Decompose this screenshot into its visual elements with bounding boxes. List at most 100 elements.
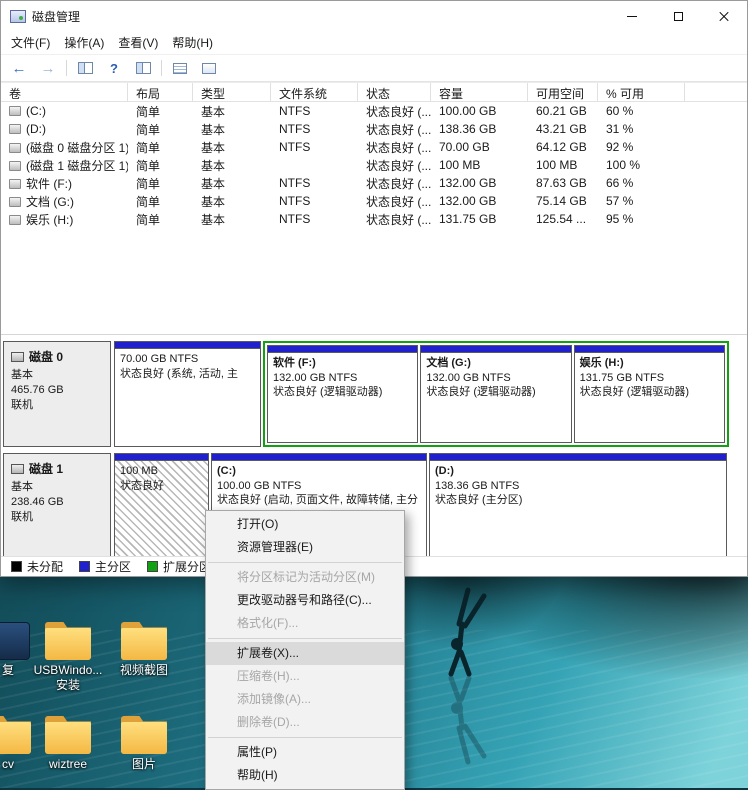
cell-capacity: 100 MB	[431, 158, 528, 172]
partition-H[interactable]: 娱乐 (H:)131.75 GB NTFS状态良好 (逻辑驱动器)	[574, 345, 725, 443]
partition[interactable]: 100 MB状态良好	[114, 453, 209, 556]
volume-table-body: (C:)简单基本NTFS状态良好 (...100.00 GB60.21 GB60…	[1, 102, 747, 228]
partition-info: 软件 (F:)132.00 GB NTFS状态良好 (逻辑驱动器)	[268, 353, 417, 442]
menu-bar: 文件(F)操作(A)查看(V)帮助(H)	[1, 31, 747, 54]
partition-color-band	[212, 454, 426, 461]
cell-type: 基本	[193, 139, 271, 156]
partition-info: 100 MB状态良好	[115, 461, 208, 556]
window-controls	[609, 1, 747, 31]
column-header[interactable]: 文件系统	[271, 83, 358, 101]
extended-partition-container: 软件 (F:)132.00 GB NTFS状态良好 (逻辑驱动器)文档 (G:)…	[263, 341, 729, 447]
partition-status: 状态良好 (逻辑驱动器)	[426, 385, 565, 400]
volume-row[interactable]: (磁盘 0 磁盘分区 1)简单基本NTFS状态良好 (...70.00 GB64…	[1, 138, 747, 156]
cell-status: 状态良好 (...	[358, 193, 431, 210]
column-header[interactable]: 可用空间	[528, 83, 598, 101]
context-menu-item[interactable]: 资源管理器(E)	[206, 536, 404, 559]
volume-name: (D:)	[26, 122, 46, 136]
menu-item[interactable]: 文件(F)	[4, 31, 57, 54]
partition-status: 状态良好 (逻辑驱动器)	[273, 385, 412, 400]
title-bar[interactable]: 磁盘管理	[1, 1, 747, 31]
volume-row[interactable]: 文档 (G:)简单基本NTFS状态良好 (...132.00 GB75.14 G…	[1, 192, 747, 210]
cell-layout: 简单	[128, 103, 193, 120]
graph-view-icon[interactable]	[198, 57, 220, 79]
context-menu-item[interactable]: 属性(P)	[206, 741, 404, 764]
volume-row[interactable]: (C:)简单基本NTFS状态良好 (...100.00 GB60.21 GB60…	[1, 102, 747, 120]
column-header[interactable]: 容量	[431, 83, 528, 101]
partition-color-band	[430, 454, 726, 461]
partition-status: 状态良好 (主分区)	[435, 493, 721, 508]
disk-list-glyph	[173, 63, 187, 74]
toolbar: ← →?	[1, 54, 747, 82]
disk-status: 联机	[11, 398, 103, 413]
desktop-icon-视频截图[interactable]: 视频截图	[106, 622, 182, 678]
cell-volume: 娱乐 (H:)	[1, 211, 128, 228]
partition[interactable]: 70.00 GB NTFS状态良好 (系统, 活动, 主	[114, 341, 261, 447]
context-menu-item[interactable]: 打开(O)	[206, 513, 404, 536]
console-tree-icon[interactable]	[74, 57, 96, 79]
menu-item[interactable]: 查看(V)	[111, 31, 165, 54]
cell-fs: NTFS	[271, 104, 358, 118]
desktop-icon-图片[interactable]: 图片	[106, 716, 182, 772]
column-header[interactable]: 布局	[128, 83, 193, 101]
cell-volume: (D:)	[1, 122, 128, 136]
cell-capacity: 132.00 GB	[431, 194, 528, 208]
partition-G[interactable]: 文档 (G:)132.00 GB NTFS状态良好 (逻辑驱动器)	[420, 345, 571, 443]
cell-type: 基本	[193, 193, 271, 210]
cell-layout: 简单	[128, 193, 193, 210]
cell-free: 64.12 GB	[528, 140, 598, 154]
cell-type: 基本	[193, 211, 271, 228]
partition-label: 文档 (G:)	[426, 356, 565, 371]
cell-pct: 92 %	[598, 140, 685, 154]
partition-status: 状态良好	[120, 479, 203, 494]
context-menu-item: 删除卷(D)...	[206, 711, 404, 734]
volume-row[interactable]: 娱乐 (H:)简单基本NTFS状态良好 (...131.75 GB125.54 …	[1, 210, 747, 228]
cell-capacity: 100.00 GB	[431, 104, 528, 118]
volume-name: (C:)	[26, 104, 46, 118]
volume-name: 软件 (F:)	[26, 177, 72, 191]
folder-icon	[121, 716, 167, 754]
partition-label: (C:)	[217, 464, 421, 479]
desktop-icon-label-2: 安装	[30, 678, 106, 693]
partition-D[interactable]: (D:)138.36 GB NTFS状态良好 (主分区)	[429, 453, 727, 556]
volume-icon	[9, 161, 21, 171]
column-header[interactable]: 类型	[193, 83, 271, 101]
context-menu-item[interactable]: 帮助(H)	[206, 764, 404, 787]
column-header[interactable]: 卷	[1, 83, 128, 101]
disk-label-panel[interactable]: 磁盘 0基本465.76 GB联机	[3, 341, 111, 447]
partition-label: (D:)	[435, 464, 721, 479]
volume-icon	[9, 143, 21, 153]
help-icon[interactable]: ?	[103, 57, 125, 79]
action-pane-icon[interactable]	[132, 57, 154, 79]
cell-status: 状态良好 (...	[358, 157, 431, 174]
cell-status: 状态良好 (...	[358, 103, 431, 120]
volume-icon	[9, 179, 21, 189]
cell-free: 100 MB	[528, 158, 598, 172]
menu-item[interactable]: 帮助(H)	[165, 31, 220, 54]
column-header[interactable]: % 可用	[598, 83, 685, 101]
close-button[interactable]	[701, 1, 747, 31]
context-menu-item[interactable]: 扩展卷(X)...	[206, 642, 404, 665]
partition-F[interactable]: 软件 (F:)132.00 GB NTFS状态良好 (逻辑驱动器)	[267, 345, 418, 443]
partition-color-band	[575, 346, 724, 353]
back-icon[interactable]: ←	[8, 57, 30, 79]
volume-name: 文档 (G:)	[26, 195, 74, 209]
desktop-icon-label: wiztree	[30, 757, 106, 772]
volume-table-header: 卷布局类型文件系统状态容量可用空间% 可用	[1, 82, 747, 102]
desktop-icon-wiztree[interactable]: wiztree	[30, 716, 106, 772]
volume-row[interactable]: (磁盘 1 磁盘分区 1)简单基本状态良好 (...100 MB100 MB10…	[1, 156, 747, 174]
desktop-icon-USBWindo...[interactable]: USBWindo...安装	[30, 622, 106, 693]
menu-separator	[208, 562, 402, 563]
desktop-icon-label: 视频截图	[106, 663, 182, 678]
disk-label-panel[interactable]: 磁盘 1基本238.46 GB联机	[3, 453, 111, 556]
maximize-button[interactable]	[655, 1, 701, 31]
minimize-button[interactable]	[609, 1, 655, 31]
cell-volume: 软件 (F:)	[1, 175, 128, 192]
disk-list-icon[interactable]	[169, 57, 191, 79]
column-header[interactable]: 状态	[358, 83, 431, 101]
menu-item[interactable]: 操作(A)	[57, 31, 111, 54]
volume-row[interactable]: 软件 (F:)简单基本NTFS状态良好 (...132.00 GB87.63 G…	[1, 174, 747, 192]
forward-icon[interactable]: →	[37, 57, 59, 79]
cell-capacity: 70.00 GB	[431, 140, 528, 154]
context-menu-item[interactable]: 更改驱动器号和路径(C)...	[206, 589, 404, 612]
volume-row[interactable]: (D:)简单基本NTFS状态良好 (...138.36 GB43.21 GB31…	[1, 120, 747, 138]
